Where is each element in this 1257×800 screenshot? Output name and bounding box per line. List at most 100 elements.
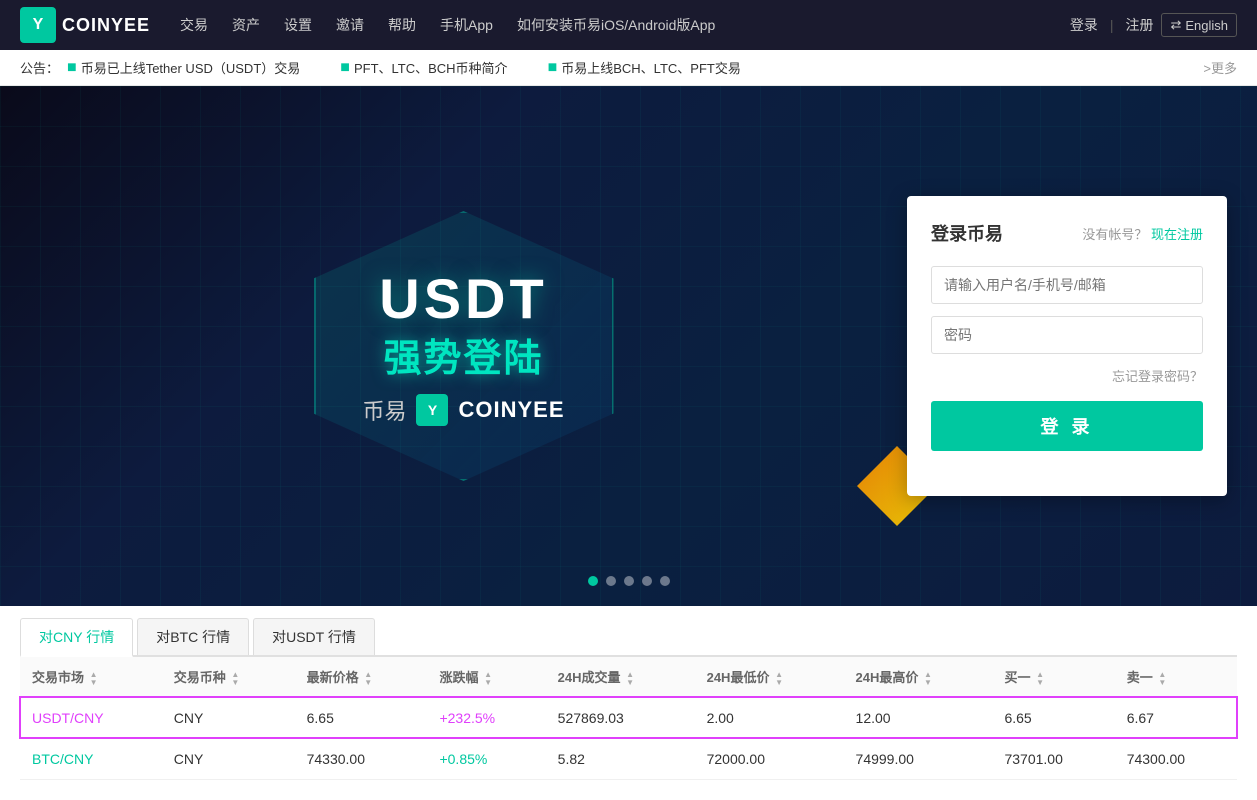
nav-assets[interactable]: 资产 bbox=[232, 11, 260, 39]
navbar: Y COINYEE 交易 资产 设置 邀请 帮助 手机App 如何安装币易iOS… bbox=[0, 0, 1257, 50]
sort-high[interactable]: ▲▼ bbox=[924, 671, 932, 687]
cell-price-2: 74330.00 bbox=[295, 738, 428, 779]
lang-icon: ⇄ bbox=[1170, 17, 1181, 33]
cell-market-2: BTC/CNY bbox=[20, 738, 162, 779]
hex-inner: USDT 强势登陆 币易 Y COINYEE bbox=[362, 266, 564, 426]
tab-usdt[interactable]: 对USDT 行情 bbox=[253, 618, 375, 655]
logo-icon: Y bbox=[20, 7, 56, 43]
col-market: 交易市场 ▲▼ bbox=[20, 657, 162, 697]
col-sell: 卖一 ▲▼ bbox=[1115, 657, 1237, 697]
change-badge-1: +232.5% bbox=[439, 710, 495, 726]
sort-change[interactable]: ▲▼ bbox=[484, 671, 492, 687]
market-pair-btc[interactable]: BTC/CNY bbox=[32, 751, 93, 767]
sort-market[interactable]: ▲▼ bbox=[90, 671, 98, 687]
market-section: 对CNY 行情 对BTC 行情 对USDT 行情 交易市场 ▲▼ 交易币种 ▲▼… bbox=[0, 606, 1257, 800]
sort-sell[interactable]: ▲▼ bbox=[1158, 671, 1166, 687]
cell-high-2: 74999.00 bbox=[844, 738, 993, 779]
cell-market-1: USDT/CNY bbox=[20, 697, 162, 738]
cell-low-1: 2.00 bbox=[695, 697, 844, 738]
market-tabs: 对CNY 行情 对BTC 行情 对USDT 行情 bbox=[20, 606, 1237, 657]
login-button[interactable]: 登 录 bbox=[931, 401, 1203, 451]
hex-bg: USDT 强势登陆 币易 Y COINYEE bbox=[284, 186, 644, 506]
change-badge-2: +0.85% bbox=[439, 751, 487, 767]
announce-more[interactable]: >更多 bbox=[1203, 58, 1237, 77]
cell-change-1: +232.5% bbox=[427, 697, 545, 738]
hero-hexagon: USDT 强势登陆 币易 Y COINYEE bbox=[284, 186, 644, 506]
logo[interactable]: Y COINYEE bbox=[20, 7, 150, 43]
col-change: 涨跌幅 ▲▼ bbox=[427, 657, 545, 697]
login-title: 登录币易 bbox=[931, 220, 1003, 246]
cell-buy-2: 73701.00 bbox=[992, 738, 1114, 779]
cell-volume-1: 527869.03 bbox=[546, 697, 695, 738]
login-register-hint: 没有帐号？ 现在注册 bbox=[1082, 224, 1203, 243]
nav-trade[interactable]: 交易 bbox=[180, 11, 208, 39]
market-table: 交易市场 ▲▼ 交易币种 ▲▼ 最新价格 ▲▼ 涨跌幅 ▲▼ 24H成交量 bbox=[20, 657, 1237, 780]
nav-settings[interactable]: 设置 bbox=[284, 11, 312, 39]
nav-help[interactable]: 帮助 bbox=[388, 11, 416, 39]
carousel-dot-2[interactable] bbox=[606, 576, 616, 586]
hero-brand-name: COINYEE bbox=[458, 397, 564, 423]
col-low: 24H最低价 ▲▼ bbox=[695, 657, 844, 697]
table-row: BTC/CNY CNY 74330.00 +0.85% 5.82 72000.0… bbox=[20, 738, 1237, 779]
announce-link-3[interactable]: 币易上线BCH、LTC、PFT交易 bbox=[561, 58, 741, 77]
cell-price-1: 6.65 bbox=[295, 697, 428, 738]
hero-section: USDT 强势登陆 币易 Y COINYEE 登录币易 没有帐号？ 现在注册 bbox=[0, 86, 1257, 606]
hero-brand: 币易 Y COINYEE bbox=[362, 394, 564, 426]
announce-dot-3: ■ bbox=[548, 60, 558, 76]
username-input[interactable] bbox=[931, 266, 1203, 304]
nav-right: 登录 | 注册 ⇄ English bbox=[1070, 13, 1237, 37]
nav-mobile[interactable]: 手机App bbox=[440, 11, 493, 39]
announcement-bar: 公告： ■ 币易已上线Tether USD（USDT）交易 ■ PFT、LTC、… bbox=[0, 50, 1257, 86]
carousel-dot-5[interactable] bbox=[660, 576, 670, 586]
carousel-dots bbox=[588, 576, 670, 586]
tab-cny[interactable]: 对CNY 行情 bbox=[20, 618, 133, 657]
sort-price[interactable]: ▲▼ bbox=[364, 671, 372, 687]
login-header: 登录币易 没有帐号？ 现在注册 bbox=[931, 220, 1203, 246]
announce-item-3: ■ 币易上线BCH、LTC、PFT交易 bbox=[548, 58, 741, 77]
login-panel: 登录币易 没有帐号？ 现在注册 忘记登录密码？ 登 录 bbox=[907, 196, 1227, 496]
cell-sell-1: 6.67 bbox=[1115, 697, 1237, 738]
cell-currency-1: CNY bbox=[162, 697, 295, 738]
announce-link-2[interactable]: PFT、LTC、BCH币种简介 bbox=[354, 58, 508, 77]
nav-links: 交易 资产 设置 邀请 帮助 手机App 如何安装币易iOS/Android版A… bbox=[180, 11, 1070, 39]
announce-dot-1: ■ bbox=[67, 60, 77, 76]
market-pair-usdt[interactable]: USDT/CNY bbox=[32, 710, 104, 726]
sort-currency[interactable]: ▲▼ bbox=[231, 671, 239, 687]
hero-title-sub: 强势登陆 bbox=[362, 327, 564, 382]
cell-buy-1: 6.65 bbox=[992, 697, 1114, 738]
cell-sell-2: 74300.00 bbox=[1115, 738, 1237, 779]
hero-title-usdt: USDT bbox=[362, 266, 564, 331]
hero-brand-logo-icon: Y bbox=[416, 394, 448, 426]
nav-install[interactable]: 如何安装币易iOS/Android版App bbox=[517, 11, 715, 39]
lang-label: English bbox=[1185, 18, 1228, 33]
table-row: USDT/CNY CNY 6.65 +232.5% 527869.03 2.00 bbox=[20, 697, 1237, 738]
announce-label: 公告： bbox=[20, 58, 59, 77]
carousel-dot-3[interactable] bbox=[624, 576, 634, 586]
sort-buy[interactable]: ▲▼ bbox=[1036, 671, 1044, 687]
nav-invite[interactable]: 邀请 bbox=[336, 11, 364, 39]
password-input[interactable] bbox=[931, 316, 1203, 354]
col-price: 最新价格 ▲▼ bbox=[295, 657, 428, 697]
language-button[interactable]: ⇄ English bbox=[1161, 13, 1237, 37]
login-nav-button[interactable]: 登录 bbox=[1070, 15, 1098, 35]
carousel-dot-4[interactable] bbox=[642, 576, 652, 586]
cell-volume-2: 5.82 bbox=[546, 738, 695, 779]
announce-link-1[interactable]: 币易已上线Tether USD（USDT）交易 bbox=[81, 58, 301, 77]
table-header: 交易市场 ▲▼ 交易币种 ▲▼ 最新价格 ▲▼ 涨跌幅 ▲▼ 24H成交量 bbox=[20, 657, 1237, 697]
col-high: 24H最高价 ▲▼ bbox=[844, 657, 993, 697]
cell-low-2: 72000.00 bbox=[695, 738, 844, 779]
carousel-dot-1[interactable] bbox=[588, 576, 598, 586]
announce-item-1: ■ 币易已上线Tether USD（USDT）交易 bbox=[67, 58, 300, 77]
sort-low[interactable]: ▲▼ bbox=[775, 671, 783, 687]
announce-item-2: ■ PFT、LTC、BCH币种简介 bbox=[340, 58, 507, 77]
forgot-password-link[interactable]: 忘记登录密码？ bbox=[931, 366, 1203, 385]
hero-content: USDT 强势登陆 币易 Y COINYEE bbox=[0, 186, 907, 506]
col-currency: 交易币种 ▲▼ bbox=[162, 657, 295, 697]
cell-currency-2: CNY bbox=[162, 738, 295, 779]
register-now-link[interactable]: 现在注册 bbox=[1151, 227, 1203, 242]
tab-btc[interactable]: 对BTC 行情 bbox=[137, 618, 249, 655]
col-volume: 24H成交量 ▲▼ bbox=[546, 657, 695, 697]
register-nav-button[interactable]: 注册 bbox=[1125, 15, 1153, 35]
sort-volume[interactable]: ▲▼ bbox=[626, 671, 634, 687]
cell-high-1: 12.00 bbox=[844, 697, 993, 738]
